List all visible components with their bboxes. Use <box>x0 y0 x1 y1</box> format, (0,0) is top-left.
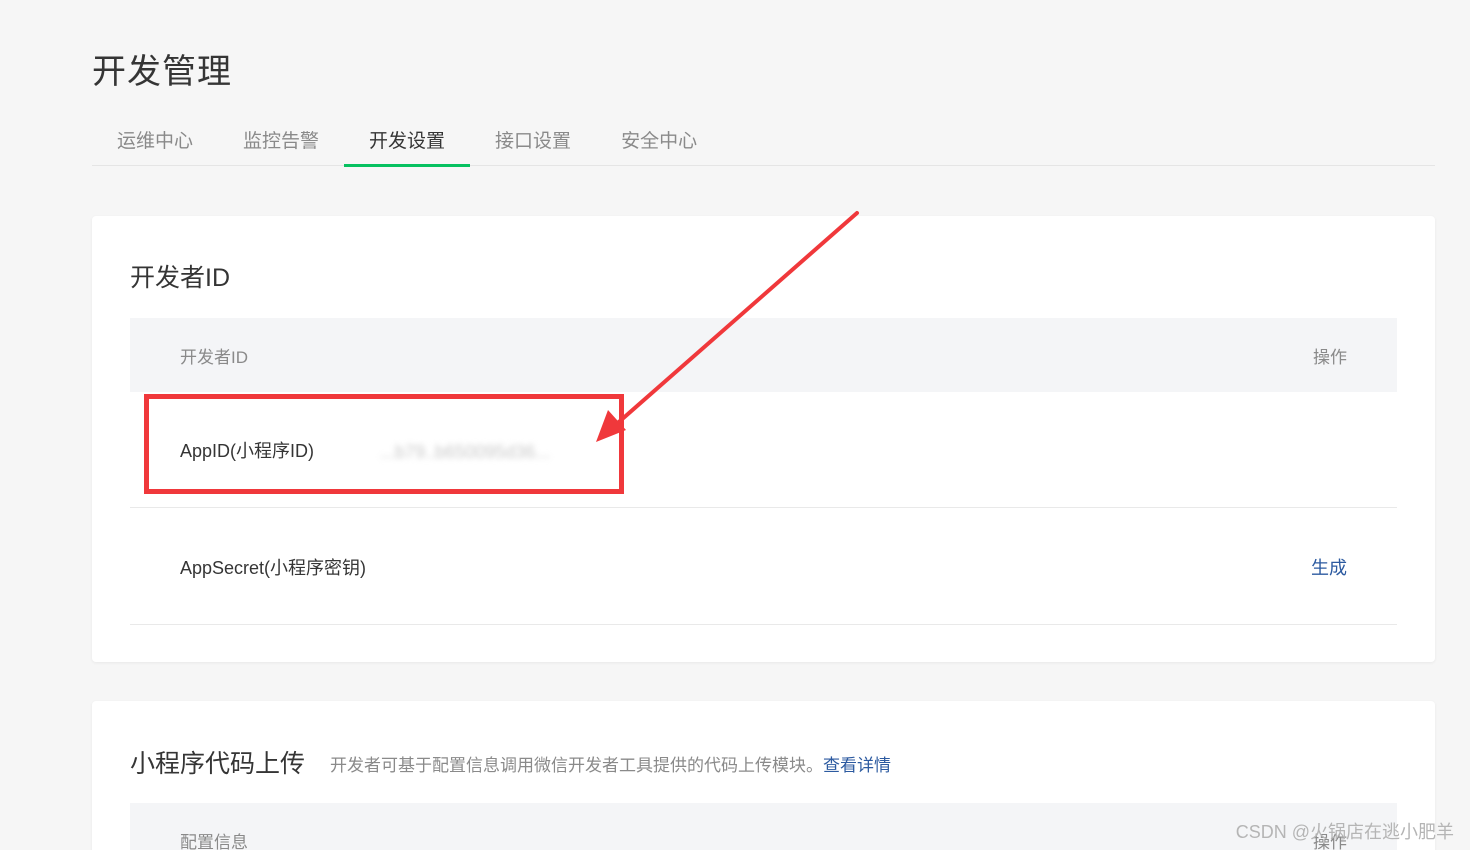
code-upload-description: 开发者可基于配置信息调用微信开发者工具提供的代码上传模块。查看详情 <box>330 751 891 776</box>
tab-api-settings[interactable]: 接口设置 <box>470 112 596 166</box>
table-row-appsecret: AppSecret(小程序密钥) 生成 <box>130 509 1397 625</box>
col-config-info: 配置信息 <box>180 832 248 850</box>
appid-value: ...b79..b650095d36... <box>380 442 551 458</box>
developer-id-title: 开发者ID <box>130 264 231 292</box>
developer-id-card: 开发者ID 开发者ID 操作 AppID(小程序ID) ...b79..b650… <box>92 216 1435 662</box>
table-row-appid: AppID(小程序ID) ...b79..b650095d36... <box>130 392 1397 508</box>
code-upload-table-head: 配置信息 操作 <box>130 803 1397 850</box>
watermark: CSDN @火锅店在逃小肥羊 <box>1235 822 1454 842</box>
col-developer-id: 开发者ID <box>180 347 248 367</box>
tab-ops-center[interactable]: 运维中心 <box>92 112 218 166</box>
page: 开发管理 运维中心 监控告警 开发设置 接口设置 安全中心 开发者ID 开发者I… <box>0 0 1470 850</box>
developer-id-table-head: 开发者ID 操作 <box>130 318 1397 392</box>
view-details-link[interactable]: 查看详情 <box>823 756 891 775</box>
col-action: 操作 <box>1313 347 1347 367</box>
page-title: 开发管理 <box>92 53 232 91</box>
code-upload-card: 小程序代码上传 开发者可基于配置信息调用微信开发者工具提供的代码上传模块。查看详… <box>92 701 1435 850</box>
tab-bar: 运维中心 监控告警 开发设置 接口设置 安全中心 <box>92 112 1435 167</box>
code-upload-description-text: 开发者可基于配置信息调用微信开发者工具提供的代码上传模块。 <box>330 756 823 775</box>
tab-monitor-alert[interactable]: 监控告警 <box>218 112 344 166</box>
code-upload-title: 小程序代码上传 <box>130 750 306 778</box>
appid-label: AppID(小程序ID) <box>180 441 315 461</box>
appsecret-label: AppSecret(小程序密钥) <box>180 558 367 578</box>
generate-secret-link[interactable]: 生成 <box>1311 509 1347 625</box>
tab-security-center[interactable]: 安全中心 <box>596 112 722 166</box>
tab-dev-settings[interactable]: 开发设置 <box>344 112 471 167</box>
